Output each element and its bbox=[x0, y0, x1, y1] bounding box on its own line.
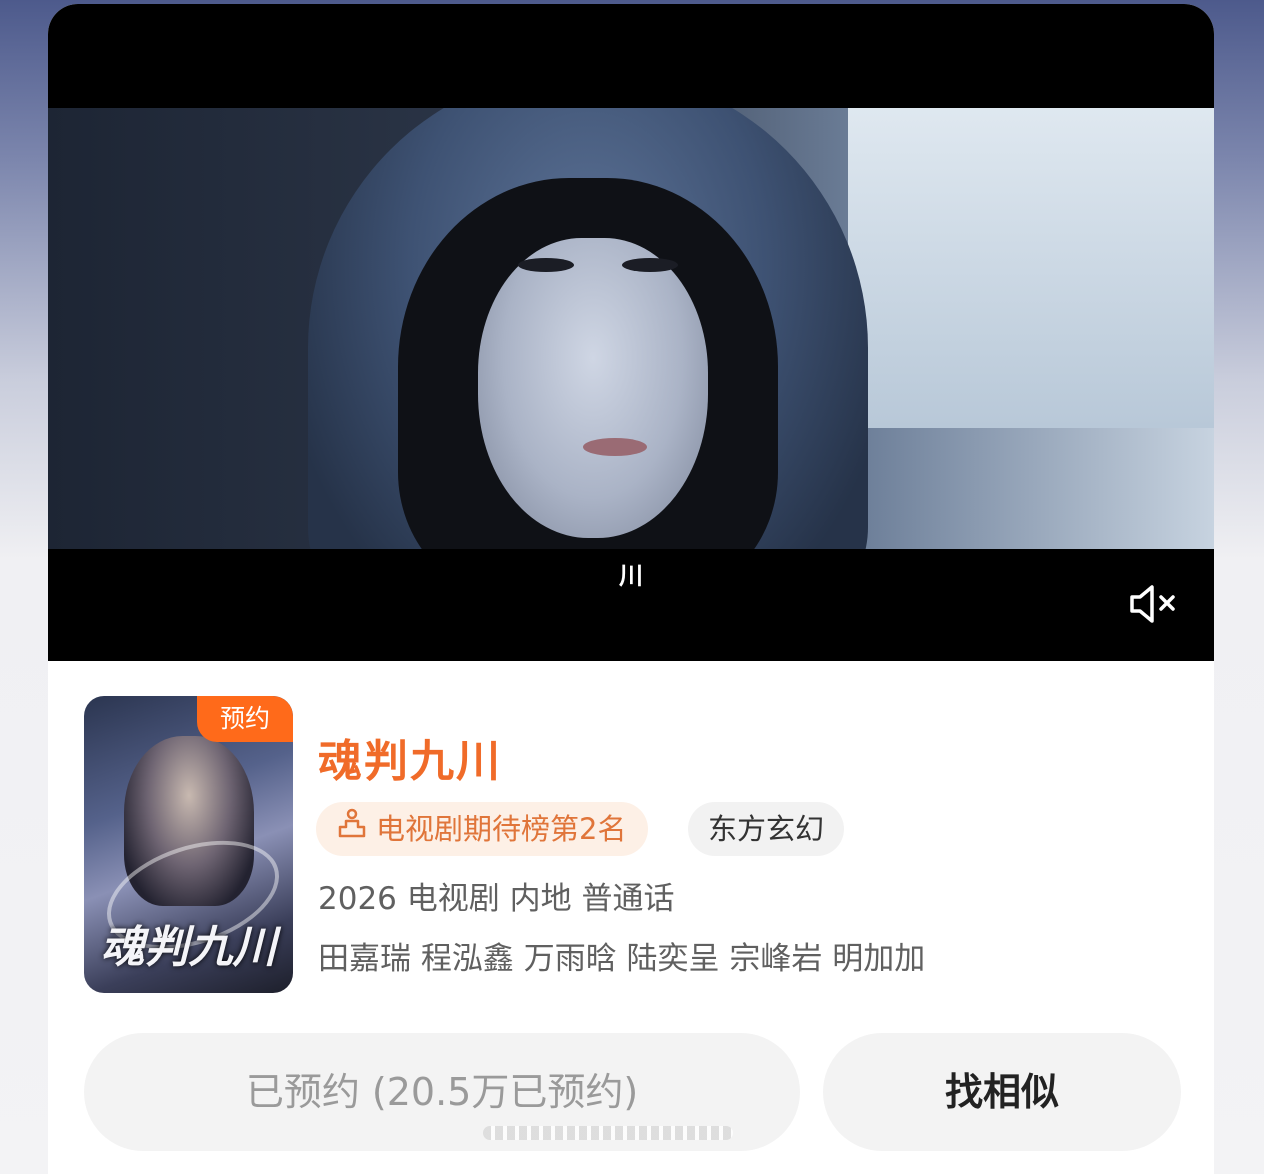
background-window bbox=[848, 108, 1214, 428]
show-meta: 2026 电视剧 内地 普通话 bbox=[318, 881, 675, 917]
show-info: 魂判九川 预约 魂判九川 电视剧期待榜第2名 东方玄幻 2026 电视剧 内地 … bbox=[48, 661, 1214, 1174]
face bbox=[478, 238, 708, 538]
show-poster[interactable]: 魂判九川 预约 bbox=[84, 696, 293, 993]
rank-tag[interactable]: 电视剧期待榜第2名 bbox=[316, 802, 649, 856]
video-subtitle: 川 bbox=[619, 562, 643, 590]
speaker-muted-icon[interactable] bbox=[1128, 582, 1180, 626]
home-indicator bbox=[483, 1126, 733, 1140]
show-card: 川 魂判九川 预约 魂判九川 电视剧期待榜第2名 东方玄幻 2026 电视剧 内… bbox=[48, 4, 1214, 1174]
mouth bbox=[583, 438, 647, 456]
find-similar-button[interactable]: 找相似 bbox=[823, 1033, 1181, 1151]
rank-tag-label: 电视剧期待榜第2名 bbox=[376, 812, 627, 846]
trophy-podium-icon bbox=[336, 802, 376, 856]
video-player[interactable]: 川 bbox=[48, 4, 1214, 661]
video-frame bbox=[48, 108, 1214, 549]
left-eye bbox=[518, 258, 574, 272]
right-eye bbox=[622, 258, 678, 272]
poster-art-title: 魂判九川 bbox=[100, 922, 277, 973]
genre-tag[interactable]: 东方玄幻 bbox=[688, 802, 845, 856]
show-title[interactable]: 魂判九川 bbox=[318, 725, 502, 789]
reservation-badge: 预约 bbox=[197, 696, 293, 742]
show-cast: 田嘉瑞 程泓鑫 万雨晗 陆奕呈 宗峰岩 明加加 bbox=[318, 941, 926, 977]
